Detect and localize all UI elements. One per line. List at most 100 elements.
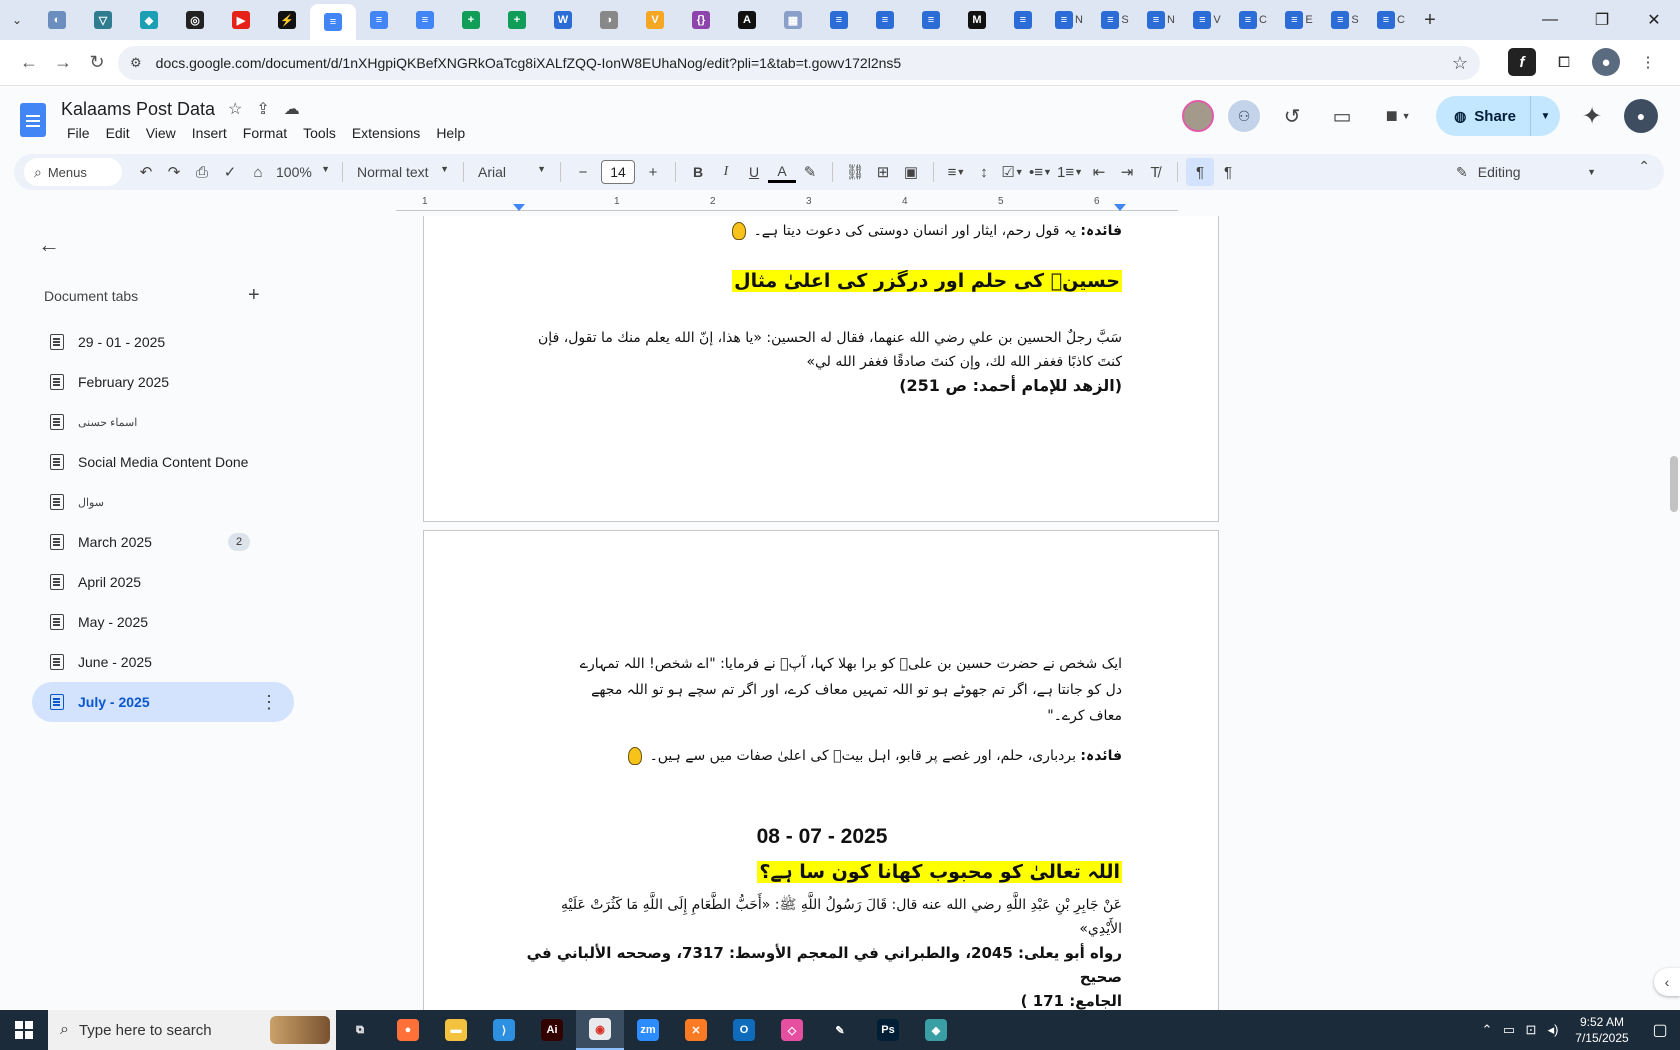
document-tab-item[interactable]: May - 2025 <box>32 602 294 642</box>
share-dropdown-chevron-icon[interactable]: ▼ <box>1530 96 1560 136</box>
chrome-taskbar-button[interactable]: ◉ <box>576 1010 624 1050</box>
minimize-button[interactable]: — <box>1524 0 1576 40</box>
document-tab-item[interactable]: June - 2025 <box>32 642 294 682</box>
menu-extensions[interactable]: Extensions <box>346 123 426 143</box>
hide-menus-chevron-up-icon[interactable]: ⌃ <box>1638 158 1650 175</box>
browser-tab[interactable]: W <box>540 3 586 37</box>
browser-tab[interactable]: ◐ <box>34 3 80 37</box>
menus-search[interactable]: ⌕ Menus <box>24 158 122 186</box>
browser-tab[interactable]: ≡ <box>908 3 954 37</box>
document-tab-item[interactable]: اسماء حسنی <box>32 402 294 442</box>
taskbar-search[interactable]: ⌕ Type here to search <box>48 1010 336 1050</box>
browser-tab[interactable]: ▶ <box>218 3 264 37</box>
browser-tab[interactable]: ≡ V <box>1184 3 1230 37</box>
side-panel-chevron-icon[interactable]: ‹ <box>1654 968 1680 996</box>
extensions-puzzle-icon[interactable]: ⧠ <box>1550 48 1578 76</box>
browser-tab[interactable]: ≡ <box>1000 3 1046 37</box>
line-spacing-icon[interactable]: ↕ <box>970 158 998 186</box>
add-comment-icon[interactable]: ⊞ <box>869 158 897 186</box>
urdu-paragraph[interactable]: ایک شخص نے حضرت حسین بن علیؓ کو برا بھلا… <box>522 651 1122 729</box>
browser-tab[interactable]: ⚡ <box>264 3 310 37</box>
file-explorer-taskbar-button[interactable]: ▬ <box>432 1010 480 1050</box>
increase-font-size-icon[interactable]: + <box>639 158 667 186</box>
back-button[interactable]: ← <box>12 46 46 80</box>
new-tab-button[interactable]: + <box>1414 4 1446 36</box>
version-history-icon[interactable]: ↺ <box>1274 98 1310 134</box>
browser-tab[interactable]: ≡ <box>816 3 862 37</box>
insert-image-icon[interactable]: ▣ <box>897 158 925 186</box>
checklist-icon[interactable]: ☑ ▼ <box>998 158 1026 186</box>
omnibox[interactable]: ⚙ docs.google.com/document/d/1nXHgpiQKBe… <box>118 46 1480 80</box>
volume-icon[interactable]: ◂) <box>1542 1022 1564 1038</box>
zoom-dropdown[interactable]: 100% ▼ <box>272 164 334 180</box>
gemini-sparkle-icon[interactable]: ✦ <box>1574 98 1610 134</box>
back-arrow-icon[interactable]: ← <box>38 232 60 258</box>
print-icon[interactable]: ⎙ <box>188 158 216 186</box>
start-button[interactable] <box>0 1010 48 1050</box>
bookmark-star-icon[interactable]: ☆ <box>1452 53 1468 74</box>
browser-tab[interactable]: ≡ C <box>1230 3 1276 37</box>
tray-chevron-up-icon[interactable]: ⌃ <box>1476 1022 1498 1038</box>
menu-tools[interactable]: Tools <box>297 123 342 143</box>
left-indent-marker[interactable] <box>513 204 525 211</box>
browser-tab[interactable]: {} <box>678 3 724 37</box>
document-tab-item[interactable]: Social Media Content Done <box>32 442 294 482</box>
browser-tab[interactable]: ◆ <box>126 3 172 37</box>
document-tab-item[interactable]: March 2025 2 <box>32 522 294 562</box>
document-tab-item[interactable]: April 2025 <box>32 562 294 602</box>
decrease-indent-icon[interactable]: ⇤ <box>1085 158 1113 186</box>
tab-options-icon[interactable]: ⋮ <box>260 692 278 713</box>
vertical-scrollbar[interactable] <box>1670 456 1678 512</box>
editing-mode-dropdown[interactable]: ✎ Editing ▼ <box>1456 158 1596 186</box>
collaborator-avatar[interactable] <box>1182 100 1215 132</box>
share-button[interactable]: ◍ Share ▼ <box>1436 96 1560 136</box>
document-page[interactable]: فائدہ: یہ قول رحم، ایثار اور انسان دوستی… <box>423 216 1219 522</box>
browser-tab[interactable]: ≡ <box>862 3 908 37</box>
tray-display-icon[interactable]: ▭ <box>1498 1022 1520 1038</box>
document-tab-item[interactable]: سوال <box>32 482 294 522</box>
arabic-paragraph[interactable]: عَنْ جَابِرِ بْنِ عَبْدِ اللَّهِ رضي الل… <box>522 893 1122 1013</box>
restore-button[interactable]: ❐ <box>1576 0 1628 40</box>
taskbar-clock[interactable]: 9:52 AM 7/15/2025 <box>1564 1014 1640 1046</box>
right-indent-marker[interactable] <box>1114 204 1126 211</box>
align-icon[interactable]: ≡ ▼ <box>942 158 970 186</box>
undo-icon[interactable]: ↶ <box>132 158 160 186</box>
menu-file[interactable]: File <box>61 123 96 143</box>
browser-menu-icon[interactable]: ⋮ <box>1634 48 1662 76</box>
forward-button[interactable]: → <box>46 46 80 80</box>
subtab-count-badge[interactable]: 2 <box>228 533 250 551</box>
bulleted-list-icon[interactable]: •≡ ▼ <box>1026 158 1054 186</box>
browser-tab[interactable]: ≡ <box>402 3 448 37</box>
browser-tab[interactable]: V <box>632 3 678 37</box>
browser-tab[interactable]: ◎ <box>172 3 218 37</box>
add-tab-button[interactable]: + <box>248 284 260 307</box>
close-window-button[interactable]: ✕ <box>1628 0 1680 40</box>
date-heading[interactable]: 08 - 07 - 2025 <box>424 825 1220 849</box>
font-size-input[interactable]: 14 <box>601 160 635 184</box>
photos-taskbar-button[interactable]: ◇ <box>768 1010 816 1050</box>
zoom-taskbar-button[interactable]: zm <box>624 1010 672 1050</box>
profile-avatar[interactable]: ● <box>1592 48 1620 76</box>
browser-tab[interactable]: ≡ <box>310 4 356 40</box>
decrease-font-size-icon[interactable]: − <box>569 158 597 186</box>
docs-logo-icon[interactable] <box>20 103 46 137</box>
browser-tab[interactable]: ≡ E <box>1276 3 1322 37</box>
browser-tab[interactable]: ▽ <box>80 3 126 37</box>
outlook-taskbar-button[interactable]: O <box>720 1010 768 1050</box>
task-view-taskbar-button[interactable]: ⧉ <box>336 1010 384 1050</box>
browser-tab[interactable]: + <box>448 3 494 37</box>
highlight-color-icon[interactable]: ✎ <box>796 158 824 186</box>
browser-tab[interactable]: + <box>494 3 540 37</box>
document-page[interactable]: ایک شخص نے حضرت حسین بن علیؓ کو برا بھلا… <box>423 530 1219 1010</box>
document-tab-item[interactable]: February 2025 <box>32 362 294 402</box>
firefox-taskbar-button[interactable]: ● <box>384 1010 432 1050</box>
menu-insert[interactable]: Insert <box>186 123 233 143</box>
browser-tab[interactable]: ◑ <box>586 3 632 37</box>
bold-icon[interactable]: B <box>684 158 712 186</box>
text-color-icon[interactable]: A <box>768 161 796 183</box>
vscode-taskbar-button[interactable]: ⟩ <box>480 1010 528 1050</box>
photoshop-taskbar-button[interactable]: Ps <box>864 1010 912 1050</box>
document-tab-item[interactable]: 29 - 01 - 2025 <box>32 322 294 362</box>
browser-tab[interactable]: ≡ S <box>1322 3 1368 37</box>
browser-tab[interactable]: ≡ N <box>1138 3 1184 37</box>
